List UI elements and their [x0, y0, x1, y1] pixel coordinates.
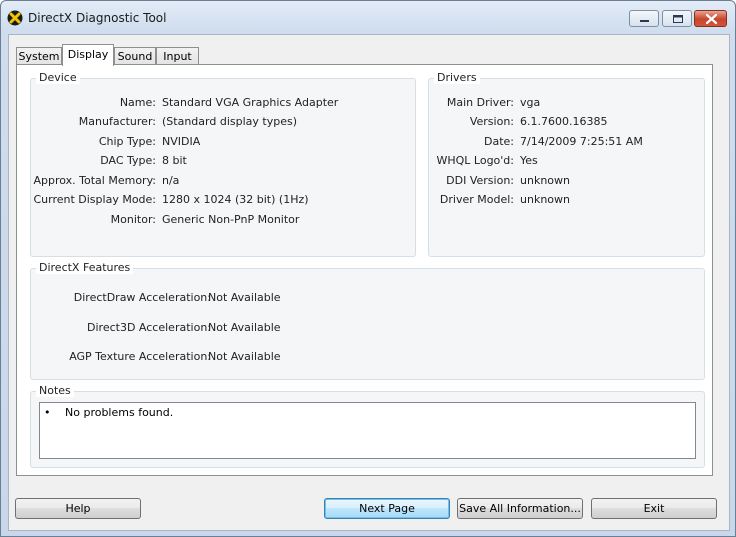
direct3d-acceleration-value: Not Available	[208, 321, 281, 334]
device-chip-type-label: Chip Type:	[98, 135, 156, 148]
agp-texture-acceleration-label: AGP Texture Acceleration:	[69, 350, 211, 363]
tab-sound[interactable]: Sound	[114, 47, 156, 65]
maximize-button[interactable]	[662, 10, 692, 27]
tab-system[interactable]: System	[16, 47, 62, 65]
device-chip-type-value: NVIDIA	[162, 135, 201, 148]
notes-group-title: Notes	[36, 384, 74, 397]
device-monitor-label: Monitor:	[110, 213, 156, 226]
tab-display[interactable]: Display	[62, 44, 114, 66]
maximize-icon	[673, 15, 683, 23]
driver-main-label: Main Driver:	[446, 96, 514, 109]
directx-features-group: DirectX Features DirectDraw Acceleration…	[30, 261, 705, 380]
exit-button[interactable]: Exit	[591, 498, 717, 519]
agp-texture-acceleration-value: Not Available	[208, 350, 281, 363]
driver-model-label: Driver Model:	[439, 193, 514, 206]
dxdiag-window: DirectX Diagnostic Tool System Display S…	[0, 0, 736, 537]
device-manufacturer-value: (Standard display types)	[162, 115, 297, 128]
minimize-button[interactable]	[629, 10, 659, 27]
device-name-label: Name:	[119, 96, 156, 109]
device-group-title: Device	[36, 71, 80, 84]
note-item: No problems found.	[65, 406, 174, 419]
close-icon	[705, 13, 718, 25]
direct3d-acceleration-label: Direct3D Acceleration:	[87, 321, 211, 334]
features-group-title: DirectX Features	[36, 261, 134, 274]
device-memory-value: n/a	[162, 174, 180, 187]
device-display-mode-value: 1280 x 1024 (32 bit) (1Hz)	[162, 193, 309, 206]
drivers-group-title: Drivers	[434, 71, 480, 84]
display-tab-panel: Device Name: Standard VGA Graphics Adapt…	[16, 64, 713, 476]
notes-bullet: •	[44, 406, 51, 419]
minimize-icon	[640, 20, 649, 22]
driver-date-value: 7/14/2009 7:25:51 AM	[520, 135, 643, 148]
driver-ddi-version-value: unknown	[520, 174, 570, 187]
help-button[interactable]: Help	[15, 498, 141, 519]
notes-text-box[interactable]: • No problems found.	[39, 402, 696, 459]
device-name-value: Standard VGA Graphics Adapter	[162, 96, 339, 109]
device-manufacturer-label: Manufacturer:	[78, 115, 156, 128]
close-button[interactable]	[694, 10, 727, 27]
driver-whql-value: Yes	[520, 154, 538, 167]
device-memory-label: Approx. Total Memory:	[33, 174, 157, 187]
next-page-button[interactable]: Next Page	[324, 498, 450, 519]
save-all-information-button[interactable]: Save All Information...	[457, 498, 583, 519]
driver-version-label: Version:	[469, 115, 514, 128]
tab-input[interactable]: Input	[156, 47, 199, 65]
driver-version-value: 6.1.7600.16385	[520, 115, 608, 128]
directx-x-icon	[7, 10, 23, 26]
window-title: DirectX Diagnostic Tool	[28, 11, 167, 25]
notes-group: Notes • No problems found.	[30, 384, 705, 468]
driver-ddi-version-label: DDI Version:	[446, 174, 514, 187]
device-dac-type-value: 8 bit	[162, 154, 187, 167]
drivers-group: Drivers Main Driver: vga Version: 6.1.76…	[428, 71, 705, 257]
device-display-mode-label: Current Display Mode:	[33, 193, 156, 206]
driver-date-label: Date:	[484, 135, 514, 148]
directdraw-acceleration-value: Not Available	[208, 291, 281, 304]
driver-whql-label: WHQL Logo'd:	[436, 154, 514, 167]
device-dac-type-label: DAC Type:	[100, 154, 156, 167]
device-monitor-value: Generic Non-PnP Monitor	[162, 213, 300, 226]
title-bar[interactable]: DirectX Diagnostic Tool	[1, 1, 735, 35]
dialog-client-area: System Display Sound Input Device Name: …	[8, 34, 730, 531]
device-group: Device Name: Standard VGA Graphics Adapt…	[30, 71, 416, 257]
directdraw-acceleration-label: DirectDraw Acceleration:	[73, 291, 211, 304]
driver-main-value: vga	[520, 96, 541, 109]
driver-model-value: unknown	[520, 193, 570, 206]
